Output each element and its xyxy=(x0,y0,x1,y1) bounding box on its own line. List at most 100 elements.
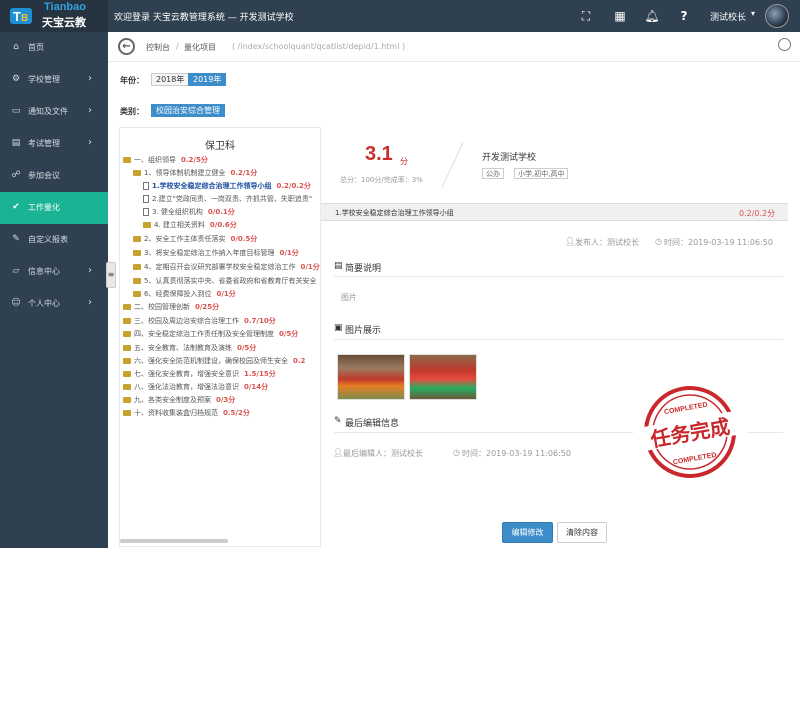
folder-icon xyxy=(133,264,141,270)
bell-icon[interactable]: 🔔︎ xyxy=(644,8,660,24)
sidebar-item-personal-center[interactable]: ☺ 个人中心 › xyxy=(0,288,108,320)
last-edit-time: 时间：2019-03-19 11:06:50 xyxy=(462,449,571,458)
logo-chinese-text: 天宝云教 xyxy=(42,16,86,29)
sidebar: ⌂ 首页 ⚙ 学校管理 › ▭ 通知及文件 › ▤ 考试管理 › ☍ 参加会议 … xyxy=(0,32,108,548)
clear-button[interactable]: 清除内容 xyxy=(557,522,607,543)
item-title: 1.学校安全稳定综合治理工作领导小组 xyxy=(335,209,454,217)
sidebar-item-work-quantification[interactable]: ✔ 工作量化 xyxy=(0,192,108,224)
tree-node[interactable]: 4、定期召开会议研究部署学校安全稳定综治工作 0/1分 xyxy=(133,262,320,273)
total-score: 3.1 xyxy=(365,143,393,165)
tree-node[interactable]: 5、认真贯彻落实中央、省委省政府和省教育厅有关安全 xyxy=(133,276,316,287)
users-icon: ☍ xyxy=(11,170,21,180)
logo[interactable]: T B Tianbao 天宝云教 xyxy=(0,0,108,32)
sidebar-item-home[interactable]: ⌂ 首页 xyxy=(0,32,108,64)
tree-node-score: 0.7/10分 xyxy=(244,317,276,325)
sidebar-item-custom-reports[interactable]: ✎ 自定义报表 xyxy=(0,224,108,256)
tree-node[interactable]: 五、安全教育、法制教育及演练 0/5分 xyxy=(123,343,256,354)
year-option-2019[interactable]: 2019年 xyxy=(188,73,227,86)
folder-icon xyxy=(143,222,151,228)
sidebar-item-label: 首页 xyxy=(28,43,44,52)
tree-node-label: 4. 建立相关资料 xyxy=(154,221,205,229)
tree-node[interactable]: 一、组织领导 0.2/5分 xyxy=(123,155,208,166)
tree-node-score: 0.2/5分 xyxy=(181,156,208,164)
tree-node[interactable]: 四、安全稳定综治工作责任制及安全管理制度 0/5分 xyxy=(123,329,298,340)
chevron-right-icon: › xyxy=(88,73,92,84)
file-icon: ▤ xyxy=(334,261,343,271)
tree-node[interactable]: 2.建立"党政同责、一岗双责、齐抓共管、失职追责" xyxy=(143,194,312,205)
tree-node-score: 0/0.5分 xyxy=(230,235,258,243)
tree-node-score: 0/1分 xyxy=(216,290,236,298)
folder-icon xyxy=(123,345,131,351)
sidebar-item-meetings[interactable]: ☍ 参加会议 xyxy=(0,160,108,192)
chevron-right-icon: › xyxy=(88,297,92,308)
sidebar-item-info-center[interactable]: ▱ 信息中心 › xyxy=(0,256,108,288)
folder-icon xyxy=(123,397,131,403)
tree-node[interactable]: 十、资料收集装盒归档规范 0.5/2分 xyxy=(123,408,250,419)
completed-stamp: COMPLETED COMPLETED 任务完成 xyxy=(632,386,748,478)
tree-node-score: 0/3分 xyxy=(216,396,236,404)
category-option[interactable]: 校园治安综合管理 xyxy=(151,104,225,117)
last-editor: 最后编辑人：测试校长 xyxy=(343,449,423,458)
sidebar-toggle-handle[interactable]: ≡ xyxy=(106,262,116,288)
last-edit-section-title: 最后编辑信息 xyxy=(345,419,400,429)
tree-node-label: 1、领导体制机制建立健全 xyxy=(144,169,226,177)
tree-node[interactable]: 八、强化法治教育，增强法治意识 0/14分 xyxy=(123,382,268,393)
svg-text:COMPLETED: COMPLETED xyxy=(664,402,709,417)
sidebar-item-school-management[interactable]: ⚙ 学校管理 › xyxy=(0,64,108,96)
back-arrow-icon[interactable]: ← xyxy=(118,38,135,55)
home-icon: ⌂ xyxy=(13,42,19,52)
chevron-down-icon[interactable]: ▾ xyxy=(751,9,755,18)
tree-node-score: 0/1分 xyxy=(300,263,320,271)
brief-text: 图片 xyxy=(341,293,357,302)
tree-node[interactable]: 三、校园及周边治安综合治理工作 0.7/10分 xyxy=(123,316,276,327)
tree-node[interactable]: 3、将安全稳定综治工作纳入年度目标管理 0/1分 xyxy=(133,248,299,259)
sidebar-item-notices[interactable]: ▭ 通知及文件 › xyxy=(0,96,108,128)
tree-node[interactable]: 3. 健全组织机构 0/0.1分 xyxy=(143,207,235,218)
photo-image xyxy=(338,355,404,399)
item-header: 1.学校安全稳定综合治理工作领导小组 0.2/0.2分 xyxy=(321,203,788,221)
tree-node[interactable]: 1、领导体制机制建立健全 0.2/1分 xyxy=(133,168,257,179)
avatar[interactable] xyxy=(765,4,789,28)
fullscreen-icon[interactable]: ⛶ xyxy=(578,8,594,24)
photo-thumbnail[interactable] xyxy=(409,354,477,400)
section-divider xyxy=(334,339,783,340)
svg-text:B: B xyxy=(21,13,28,24)
sidebar-item-label: 工作量化 xyxy=(28,203,60,212)
user-name[interactable]: 测试校长 xyxy=(710,10,746,23)
tree-node[interactable]: 六、强化安全防范机制建设，确保校园及师生安全 0.2 xyxy=(123,356,305,367)
tree-node-label: 3、将安全稳定综治工作纳入年度目标管理 xyxy=(144,249,275,257)
sidebar-item-exams[interactable]: ▤ 考试管理 › xyxy=(0,128,108,160)
book-icon: ▤ xyxy=(11,138,21,148)
tree-node[interactable]: 2、安全工作主体责任落实 0/0.5分 xyxy=(133,234,257,245)
folder-icon: ▭ xyxy=(11,106,21,116)
edit-icon: ✎ xyxy=(12,234,20,244)
qrcode-icon[interactable]: ▦ xyxy=(612,8,628,24)
info-circle-icon[interactable] xyxy=(778,38,791,51)
edit-button[interactable]: 编辑修改 xyxy=(502,522,553,543)
photo-thumbnail[interactable] xyxy=(337,354,405,400)
gear-icon: ⚙ xyxy=(11,74,21,84)
category-tree: 保卫科 一、组织领导 0.2/5分 1、领导体制机制建立健全 0.2/1分 1.学校… xyxy=(119,127,321,547)
tree-node-label: 八、强化法治教育，增强法治意识 xyxy=(134,383,239,391)
tree-node-label: 2.建立"党政同责、一岗双责、齐抓共管、失职追责" xyxy=(152,195,313,203)
horizontal-scrollbar[interactable] xyxy=(120,539,228,543)
user-icon: 👤︎ xyxy=(565,237,576,246)
breadcrumb-dashboard[interactable]: 控制台 xyxy=(146,42,170,53)
folder-icon xyxy=(133,170,141,176)
tree-node[interactable]: 二、校园管理创新 0/25分 xyxy=(123,302,219,313)
check-icon: ✔ xyxy=(12,202,20,212)
tree-node[interactable]: 6、经费保障投入到位 0/1分 xyxy=(133,289,236,300)
document-icon xyxy=(143,208,149,216)
tree-node[interactable]: 4. 建立相关资料 0/0.6分 xyxy=(143,220,237,231)
sidebar-item-label: 信息中心 xyxy=(28,267,60,276)
tree-node[interactable]: 七、强化安全教育，增强安全意识 1.5/15分 xyxy=(123,369,276,380)
tree-node-selected[interactable]: 1.学校安全稳定综合治理工作领导小组 0.2/0.2分 xyxy=(143,181,311,192)
clock-icon: ◷ xyxy=(453,448,460,457)
tree-node-label: 三、校园及周边治安综合治理工作 xyxy=(134,317,239,325)
tree-node[interactable]: 九、各类安全制度及预案 0/3分 xyxy=(123,395,235,406)
tree-node-score: 0/1分 xyxy=(279,249,299,257)
tree-title: 保卫科 xyxy=(205,141,235,152)
user-icon: 👤︎ xyxy=(333,448,344,457)
help-icon[interactable]: ? xyxy=(676,8,692,24)
year-option-2018[interactable]: 2018年 xyxy=(151,73,190,86)
